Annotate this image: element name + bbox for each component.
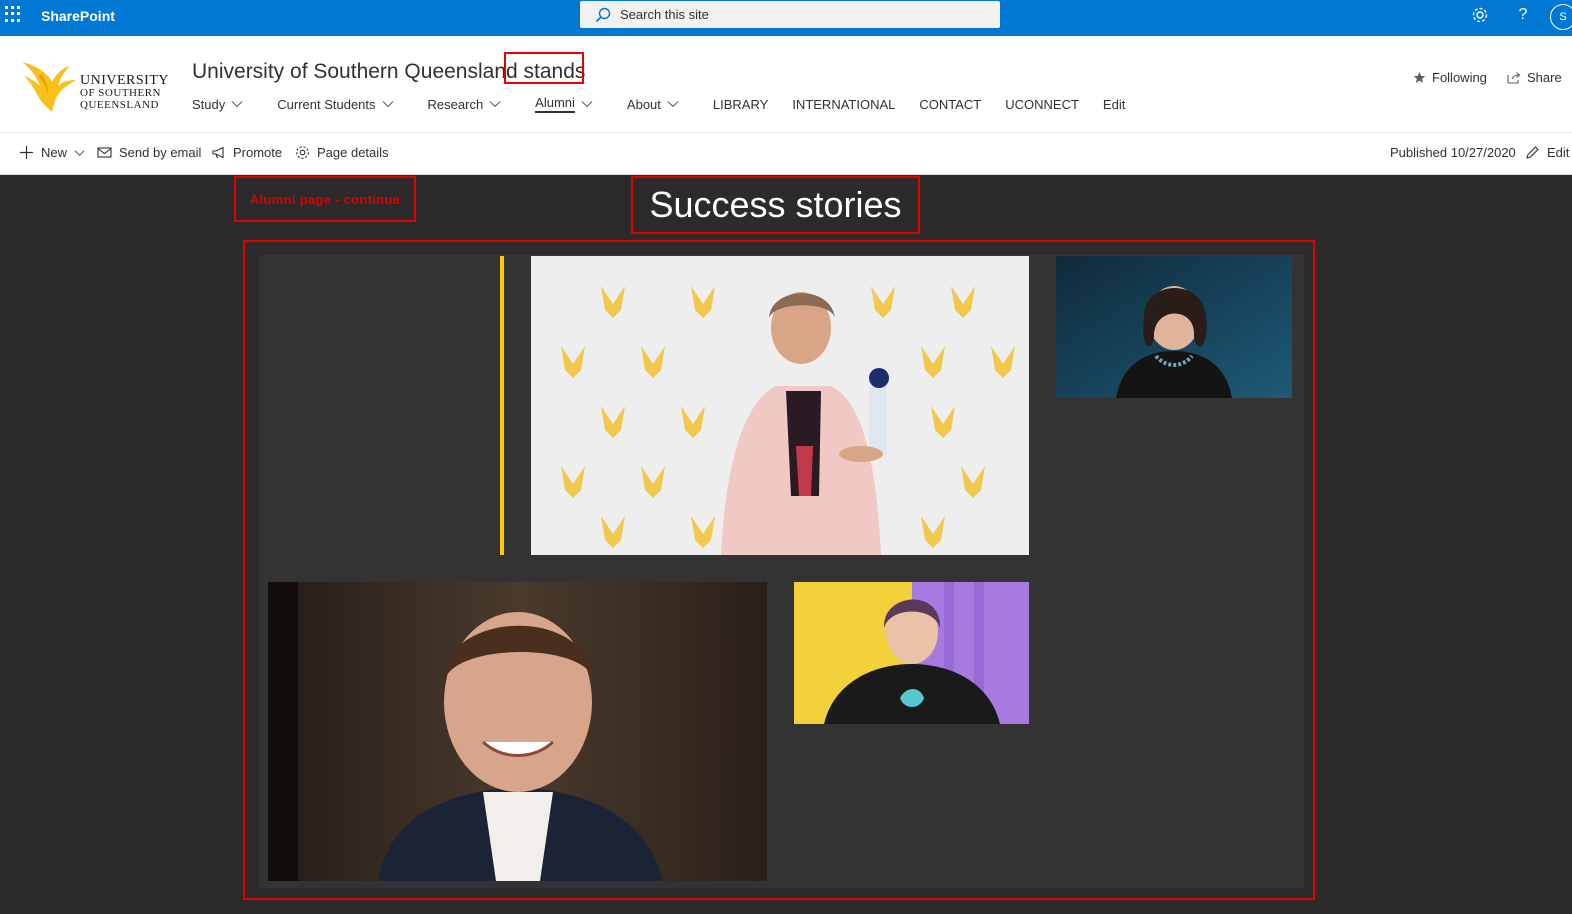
- nav-item-uconnect[interactable]: UCONNECT: [1005, 92, 1079, 116]
- nav-label: INTERNATIONAL: [792, 96, 896, 112]
- gear-icon: [296, 146, 309, 159]
- nav-label: UCONNECT: [1005, 96, 1079, 112]
- page-details-button[interactable]: Page details: [295, 145, 389, 160]
- logo-wordmark: UNIVERSITY OF SOUTHERN QUEENSLAND: [80, 73, 169, 112]
- nav-item-contact[interactable]: CONTACT: [919, 92, 981, 116]
- nav-item-research[interactable]: Research: [428, 92, 502, 116]
- help-icon[interactable]: ?: [1514, 6, 1532, 24]
- alumni-award-winner-photo[interactable]: [531, 256, 1029, 555]
- send-by-email-label: Send by email: [119, 145, 202, 160]
- university-logo[interactable]: UNIVERSITY OF SOUTHERN QUEENSLAND: [18, 56, 178, 116]
- nav-item-current-students[interactable]: Current Students: [277, 92, 393, 116]
- nav-label: CONTACT: [919, 96, 982, 112]
- edit-page-button[interactable]: Edit: [1525, 145, 1569, 160]
- search-icon: [595, 7, 611, 22]
- nav-label: LIBRARY: [712, 96, 769, 112]
- share-label: Share: [1527, 70, 1562, 85]
- sharepoint-brand-link[interactable]: SharePoint: [41, 8, 115, 24]
- app-launcher-waffle-icon[interactable]: [5, 6, 21, 22]
- new-button[interactable]: New: [19, 145, 85, 160]
- suite-bar: SharePoint Search this site ? S: [0, 0, 1572, 36]
- nav-item-about[interactable]: About: [627, 92, 679, 116]
- annotation-note: Alumni page - continue: [234, 176, 416, 222]
- phoenix-logo-icon: [22, 62, 76, 112]
- gold-accent-bar: [500, 256, 504, 555]
- settings-icon[interactable]: [1471, 6, 1489, 24]
- chevron-down-icon: [231, 101, 243, 108]
- top-navigation: Study Current Students Research Alumni About…: [192, 92, 1125, 116]
- site-search-box[interactable]: Search this site: [580, 1, 1000, 28]
- nav-label: Alumni: [535, 95, 575, 113]
- alumni-portrait-woman-colourful-photo[interactable]: [794, 582, 1029, 724]
- user-avatar[interactable]: S: [1550, 4, 1572, 30]
- share-button[interactable]: Share: [1507, 70, 1562, 85]
- promote-button[interactable]: Promote: [211, 145, 282, 160]
- page-details-label: Page details: [317, 145, 389, 160]
- share-icon: [1507, 72, 1521, 84]
- following-label: Following: [1432, 70, 1487, 85]
- nav-label: Research: [427, 96, 484, 112]
- megaphone-icon: [212, 146, 224, 159]
- nav-label: About: [626, 96, 661, 112]
- chevron-down-icon: [581, 101, 593, 108]
- promote-label: Promote: [233, 145, 283, 160]
- alumni-highlight-annotation: [504, 52, 584, 84]
- nav-item-international[interactable]: INTERNATIONAL: [792, 92, 895, 116]
- logo-line-3: QUEENSLAND: [80, 99, 159, 111]
- success-stories-heading: Success stories: [631, 176, 920, 234]
- alumni-portrait-man-photo[interactable]: [268, 582, 767, 881]
- new-label: New: [41, 145, 68, 160]
- following-button[interactable]: Following: [1413, 70, 1487, 85]
- nav-item-study[interactable]: Study: [192, 92, 243, 116]
- alumni-portrait-woman-teal-photo[interactable]: [1056, 256, 1292, 398]
- logo-line-2: OF SOUTHERN: [80, 87, 161, 99]
- command-bar: New Send by email Promote Page details P…: [0, 133, 1572, 175]
- nav-item-alumni[interactable]: Alumni: [535, 92, 593, 116]
- chevron-down-icon: [667, 101, 679, 108]
- nav-label: Study: [192, 96, 226, 112]
- nav-item-library[interactable]: LIBRARY: [713, 92, 768, 116]
- chevron-down-icon: [74, 149, 85, 156]
- published-label: Published 10/27/2020: [1390, 145, 1516, 160]
- published-status: Published 10/27/2020: [1390, 145, 1516, 160]
- logo-line-1: UNIVERSITY: [80, 73, 169, 88]
- plus-icon: [20, 146, 33, 159]
- send-by-email-button[interactable]: Send by email: [97, 145, 201, 160]
- edit-page-label: Edit: [1547, 145, 1570, 160]
- nav-item-edit[interactable]: Edit: [1103, 92, 1125, 116]
- site-header: UNIVERSITY OF SOUTHERN QUEENSLAND Univer…: [0, 36, 1572, 133]
- mail-icon: [97, 147, 112, 158]
- pencil-icon: [1526, 146, 1539, 159]
- search-placeholder: Search this site: [620, 7, 709, 22]
- chevron-down-icon: [382, 101, 393, 108]
- chevron-down-icon: [489, 101, 501, 108]
- nav-label: Edit: [1102, 96, 1126, 112]
- star-icon: [1413, 71, 1426, 83]
- nav-label: Current Students: [277, 96, 376, 112]
